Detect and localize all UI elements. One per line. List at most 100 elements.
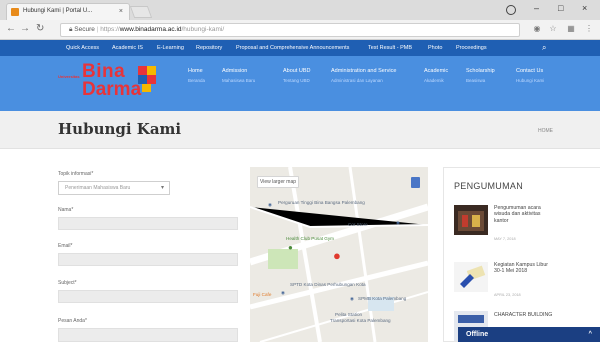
mainnav-sub: Mahasiswa Baru xyxy=(222,78,256,83)
mainnav-home[interactable]: Home Beranda xyxy=(188,68,205,84)
logo-cube-icon xyxy=(138,66,156,92)
map-label-fuji: Fuji Cafe xyxy=(253,292,272,297)
mainnav-sub: Administrasi dan Layanan xyxy=(331,78,383,83)
site-header: Universitas Bina Darma Home Beranda Admis… xyxy=(0,56,600,111)
back-arrow-icon[interactable]: ← xyxy=(6,23,16,34)
topic-select[interactable]: Penerimaan Mahasiswa Baru ▾ xyxy=(58,181,170,195)
sidebar-title: PENGUMUMAN xyxy=(454,181,524,191)
topic-label: Topik informasi* xyxy=(58,171,94,177)
mainnav-scholarship[interactable]: Scholarship Beasiswa xyxy=(466,68,495,84)
maximize-button[interactable]: □ xyxy=(558,3,563,13)
mainnav-contact[interactable]: Contact Us Hubungi Kami xyxy=(516,68,544,84)
map-label-transport: Transportasi Kota Palembang xyxy=(330,318,391,323)
url-scheme: https:// xyxy=(100,26,120,33)
topnav-item-proceedings[interactable]: Proceedings xyxy=(456,45,487,51)
map-pin-icon[interactable]: ◉ xyxy=(350,296,354,302)
mainnav-sub: Akademik xyxy=(424,78,444,83)
address-bar-row: ← → ↻ 🔒︎ Secure | https://www.binadarma.… xyxy=(0,20,600,40)
topnav-item-repository[interactable]: Repository xyxy=(196,45,222,51)
message-label: Pesan Anda* xyxy=(58,318,87,324)
map-label-pelita: Pelita Station xyxy=(335,312,363,317)
map-label-stikes: Perguruan Tinggi Bina Bangsa Palembang xyxy=(278,200,365,205)
name-label: Nama* xyxy=(58,207,74,213)
menu-icon[interactable]: ⋮ xyxy=(584,24,594,34)
fullscreen-icon[interactable] xyxy=(411,177,420,188)
browser-tab-bar: Hubungi Kami | Portal U... × – □ × xyxy=(0,0,600,20)
map-marker-icon[interactable]: ● xyxy=(333,250,341,262)
site-favicon-icon xyxy=(11,8,19,16)
message-field[interactable] xyxy=(58,328,238,342)
topnav-item-academic-is[interactable]: Academic IS xyxy=(112,45,143,51)
mainnav-administration[interactable]: Administration and Service Administrasi d… xyxy=(331,68,396,84)
tab-close-icon[interactable]: × xyxy=(119,4,123,19)
search-icon[interactable]: ⌕ xyxy=(542,43,546,53)
mainnav-label: Admission xyxy=(222,68,248,74)
news-thumbnail-1[interactable] xyxy=(454,205,488,235)
mainnav-label: Scholarship xyxy=(466,68,495,74)
chevron-down-icon: ▾ xyxy=(160,185,164,191)
page-title: Hubungi Kami xyxy=(58,120,182,138)
close-window-button[interactable]: × xyxy=(582,3,587,13)
extension2-icon[interactable]: ▦ xyxy=(566,24,576,34)
url-path: /hubungi-kami/ xyxy=(181,26,225,33)
map-pin-icon[interactable]: ● xyxy=(288,244,293,251)
mainnav-label: Academic xyxy=(424,68,449,74)
lock-icon: 🔒︎ xyxy=(69,26,73,33)
mainnav-sub: Beasiswa xyxy=(466,78,486,83)
map-pin-icon[interactable]: ◉ xyxy=(268,202,272,208)
mainnav-admission[interactable]: Admission Mahasiswa Baru xyxy=(222,68,255,84)
star-icon[interactable]: ☆ xyxy=(548,24,558,34)
news-date-1: MAY 7, 2018 xyxy=(494,237,516,241)
new-tab-button[interactable] xyxy=(129,6,153,18)
subject-label: Subject* xyxy=(58,280,77,286)
extension-icon[interactable]: ◉ xyxy=(532,24,542,34)
browser-tab[interactable]: Hubungi Kami | Portal U... × xyxy=(6,3,130,20)
map-label-health-club: Health Club Pusat Gym xyxy=(286,236,334,241)
tab-title: Hubungi Kami | Portal U... xyxy=(23,8,93,14)
url-input[interactable]: 🔒︎ Secure | https://www.binadarma.ac.id/… xyxy=(60,23,520,37)
reload-icon[interactable]: ↻ xyxy=(36,23,44,34)
mainnav-sub: Tentang UBD xyxy=(283,78,310,83)
quick-access-nav: Quick Access Academic IS E-Learning Repo… xyxy=(0,40,600,56)
mainnav-academic[interactable]: Academic Akademik xyxy=(424,68,448,84)
topnav-item-quick-access[interactable]: Quick Access xyxy=(66,45,99,51)
mainnav-label: Contact Us xyxy=(516,68,544,74)
mainnav-sub: Beranda xyxy=(188,78,206,83)
map-label-cor-store: Cor Store xyxy=(348,222,368,227)
news-title-3[interactable]: CHARACTER BUILDING xyxy=(494,312,554,318)
mainnav-label: Home xyxy=(188,68,203,74)
breadcrumb[interactable]: HOME xyxy=(538,128,553,134)
topnav-item-elearning[interactable]: E-Learning xyxy=(157,45,184,51)
view-larger-map-button[interactable]: View larger map xyxy=(257,176,299,188)
map-pin-icon[interactable]: ◉ xyxy=(281,290,285,296)
chat-status: Offline xyxy=(466,331,489,338)
logo-university-text: Universitas xyxy=(58,74,80,79)
news-date-2: APRIL 23, 2018 xyxy=(494,293,521,297)
logo-darma-text[interactable]: Darma xyxy=(82,80,141,100)
map-pin-icon[interactable]: ◉ xyxy=(396,220,400,226)
email-field[interactable] xyxy=(58,253,238,266)
mainnav-label: About UBD xyxy=(283,68,311,74)
news-thumbnail-2[interactable] xyxy=(454,262,488,292)
minimize-button[interactable]: – xyxy=(534,3,539,13)
url-host: www.binadarma.ac.id xyxy=(119,26,182,33)
secure-label: Secure xyxy=(74,26,95,33)
map-label-sptd: SPTD Kota Dinas Perhubungan Kota xyxy=(290,282,366,287)
news-title-1[interactable]: Pengumuman acara wisuda dan aktivitas ka… xyxy=(494,205,554,224)
mainnav-label: Administration and Service xyxy=(331,68,397,74)
chat-widget[interactable]: Offline ^ xyxy=(458,327,600,342)
map-label-spmb: SPMB Kota Palembang xyxy=(358,296,407,301)
topnav-item-test-result[interactable]: Test Result - PMB xyxy=(368,45,412,51)
topnav-item-photo[interactable]: Photo xyxy=(428,45,442,51)
mainnav-sub: Hubungi Kami xyxy=(516,78,545,83)
name-field[interactable] xyxy=(58,217,238,230)
email-label: Email* xyxy=(58,243,73,249)
subject-field[interactable] xyxy=(58,290,238,303)
topic-select-value: Penerimaan Mahasiswa Baru xyxy=(65,185,131,191)
forward-arrow-icon[interactable]: → xyxy=(20,23,30,34)
topnav-item-announcements[interactable]: Proposal and Comprehensive Announcements xyxy=(236,45,349,51)
mainnav-about[interactable]: About UBD Tentang UBD xyxy=(283,68,311,84)
profile-icon[interactable] xyxy=(506,5,516,15)
chevron-up-icon[interactable]: ^ xyxy=(588,327,592,342)
news-title-2[interactable]: Kegiatan Kampus Libur 30-1 Mei 2018 xyxy=(494,262,554,275)
